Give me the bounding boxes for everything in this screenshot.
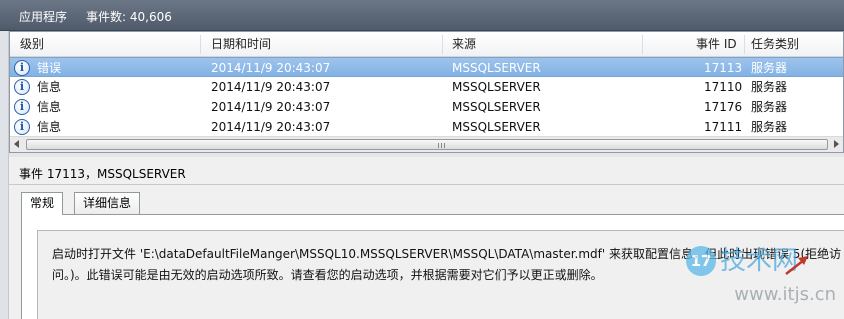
info-icon: i xyxy=(14,79,30,95)
scrollbar-thumb[interactable] xyxy=(26,139,828,150)
info-icon: i xyxy=(14,99,30,115)
cell-source: MSSQLSERVER xyxy=(452,100,541,114)
watermark-url: www.itjs.cn xyxy=(734,284,836,305)
cell-event-id: 17110 xyxy=(704,80,743,94)
divider xyxy=(9,184,844,185)
cell-datetime: 2014/11/9 20:43:07 xyxy=(211,120,331,134)
log-name: 应用程序 xyxy=(19,10,68,24)
title-bar: 应用程序 事件数: 40,606 xyxy=(0,0,844,31)
cell-source: MSSQLSERVER xyxy=(452,61,541,75)
cell-level: 信息 xyxy=(37,100,62,114)
table-row[interactable]: i 错误 2014/11/9 20:43:07 MSSQLSERVER 1711… xyxy=(10,57,843,77)
column-header: 级别 日期和时间 来源 事件 ID 任务类别 xyxy=(10,32,843,57)
cell-source: MSSQLSERVER xyxy=(452,120,541,134)
cell-source: MSSQLSERVER xyxy=(452,80,541,94)
column-source[interactable]: 来源 xyxy=(452,32,476,57)
column-separator[interactable] xyxy=(744,35,745,54)
column-task-category[interactable]: 任务类别 xyxy=(751,32,799,57)
grip-icon xyxy=(438,143,446,148)
cell-level: 信息 xyxy=(37,80,62,94)
detail-title: 事件 17113，MSSQLSERVER xyxy=(19,167,186,181)
cell-event-id: 17113 xyxy=(704,61,743,75)
scroll-left-icon[interactable] xyxy=(14,140,19,148)
column-datetime[interactable]: 日期和时间 xyxy=(211,32,271,57)
column-separator[interactable] xyxy=(200,35,201,54)
info-icon: i xyxy=(14,119,30,135)
column-event-id[interactable]: 事件 ID xyxy=(696,32,737,57)
tab-details[interactable]: 详细信息 xyxy=(74,192,141,214)
cell-datetime: 2014/11/9 20:43:07 xyxy=(211,80,331,94)
column-level[interactable]: 级别 xyxy=(20,32,44,57)
cell-task-category: 服务器 xyxy=(751,61,788,75)
cell-event-id: 17111 xyxy=(704,120,743,134)
table-row[interactable]: i 信息 2014/11/9 20:43:07 MSSQLSERVER 1711… xyxy=(10,117,843,137)
horizontal-scrollbar[interactable] xyxy=(10,136,843,152)
cell-task-category: 服务器 xyxy=(751,80,788,94)
pointer-arrow-icon xyxy=(785,256,808,275)
table-row[interactable]: i 信息 2014/11/9 20:43:07 MSSQLSERVER 1711… xyxy=(10,77,843,97)
cell-event-id: 17176 xyxy=(704,100,743,114)
watermark-badge: 17 xyxy=(686,246,716,276)
cell-datetime: 2014/11/9 20:43:07 xyxy=(211,61,331,75)
navigation-pane-edge xyxy=(0,31,9,319)
column-separator[interactable] xyxy=(442,35,443,54)
cell-datetime: 2014/11/9 20:43:07 xyxy=(211,100,331,114)
event-count: 事件数: 40,606 xyxy=(86,10,172,24)
pane-splitter[interactable] xyxy=(9,153,844,157)
scroll-right-icon[interactable] xyxy=(834,140,839,148)
error-level-icon: i xyxy=(14,60,30,76)
tab-general[interactable]: 常规 xyxy=(21,192,64,215)
cell-level: 信息 xyxy=(37,120,62,134)
cell-task-category: 服务器 xyxy=(751,120,788,134)
cell-level: 错误 xyxy=(37,61,62,75)
event-list[interactable]: 级别 日期和时间 来源 事件 ID 任务类别 i 错误 2014/11/9 20… xyxy=(9,31,844,153)
column-separator[interactable] xyxy=(642,35,643,54)
cell-task-category: 服务器 xyxy=(751,100,788,114)
table-row[interactable]: i 信息 2014/11/9 20:43:07 MSSQLSERVER 1717… xyxy=(10,97,843,117)
